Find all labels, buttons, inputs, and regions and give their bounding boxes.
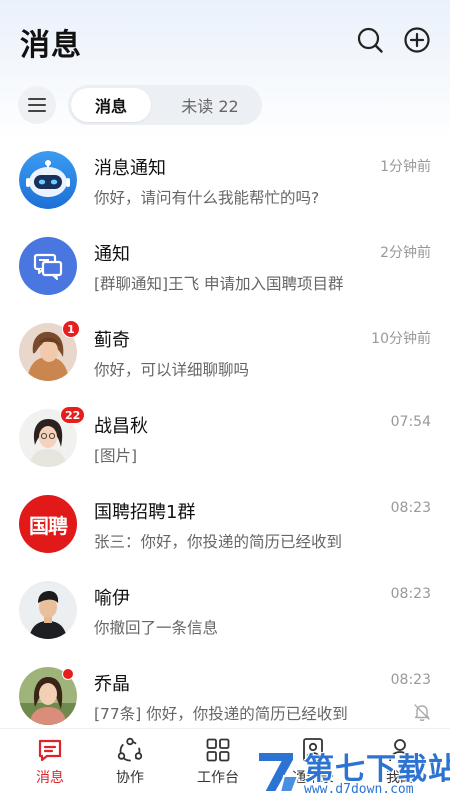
filter-unread-tab[interactable]: 未读 22 xyxy=(160,85,260,125)
chat-bubbles-icon xyxy=(33,253,63,280)
menu-icon xyxy=(28,98,46,112)
conversation-preview: 你撤回了一条信息 xyxy=(94,619,219,637)
conversation-preview: [77条] 你好，你投递的简历已经收到 xyxy=(94,705,348,723)
filter-all-tab[interactable]: 消息 xyxy=(71,88,151,122)
conversation-name: 战昌秋 xyxy=(94,416,148,437)
mute-bell-icon xyxy=(414,704,430,721)
watermark-url: www.d7down.com xyxy=(304,782,414,797)
unread-badge: 1 xyxy=(62,320,80,338)
conversation-name: 乔晶 xyxy=(94,674,130,695)
search-icon[interactable] xyxy=(356,26,384,54)
tab-label: 消息 xyxy=(36,770,64,786)
collaboration-icon xyxy=(117,737,143,762)
conversation-time: 1分钟前 xyxy=(380,159,431,175)
tab-workbench[interactable]: 工作台 xyxy=(173,729,263,800)
filter-bar: 消息 未读 22 xyxy=(0,84,450,125)
robot-avatar xyxy=(19,151,77,209)
conversation-preview: 你好，请问有什么我能帮忙的吗? xyxy=(94,189,320,207)
conversation-row[interactable]: 喻伊 你撤回了一条信息 08:23 xyxy=(0,568,450,654)
conversation-preview: 张三：你好，你投递的简历已经收到 xyxy=(94,533,343,551)
conversation-row[interactable]: 国聘 国聘招聘1群 张三：你好，你投递的简历已经收到 08:23 xyxy=(0,482,450,568)
header: 消息 xyxy=(0,0,450,80)
conversation-row[interactable]: 通知 [群聊通知]王飞 申请加入国聘项目群 2分钟前 xyxy=(0,224,450,310)
grid-icon xyxy=(206,738,230,762)
guopin-logo: 国聘 xyxy=(29,513,68,538)
tab-collaboration[interactable]: 协作 xyxy=(85,729,175,800)
menu-button[interactable] xyxy=(18,86,56,124)
tab-messages[interactable]: 消息 xyxy=(5,729,95,800)
unread-dot xyxy=(62,668,74,680)
conversation-name: 国聘招聘1群 xyxy=(94,502,196,523)
unread-badge: 22 xyxy=(60,406,86,424)
photo-avatar xyxy=(19,581,77,639)
watermark-logo-icon xyxy=(257,751,300,793)
message-filter-segment: 消息 未读 22 xyxy=(68,85,262,125)
tab-label: 工作台 xyxy=(197,770,239,786)
conversation-preview: [群聊通知]王飞 申请加入国聘项目群 xyxy=(94,275,344,293)
plus-circle-icon[interactable] xyxy=(403,26,431,54)
message-icon xyxy=(38,739,62,762)
conversation-time: 08:23 xyxy=(390,586,431,602)
group-logo-avatar: 国聘 xyxy=(19,495,77,553)
conversation-time: 07:54 xyxy=(390,414,431,430)
conversation-row[interactable]: 22 战昌秋 [图片] 07:54 xyxy=(0,396,450,482)
conversation-row[interactable]: 消息通知 你好，请问有什么我能帮忙的吗? 1分钟前 xyxy=(0,138,450,224)
conversation-name: 消息通知 xyxy=(94,158,166,179)
tab-label: 协作 xyxy=(116,770,144,786)
conversation-time: 08:23 xyxy=(390,500,431,516)
conversation-row[interactable]: 1 蓟奇 你好，可以详细聊聊吗 10分钟前 xyxy=(0,310,450,396)
conversation-name: 喻伊 xyxy=(94,588,130,609)
conversation-preview: 你好，可以详细聊聊吗 xyxy=(94,361,250,379)
conversation-time: 08:23 xyxy=(390,672,431,688)
conversation-time: 10分钟前 xyxy=(371,331,431,347)
watermark: 第七下载站 www.d7down.com xyxy=(252,742,450,800)
page-title: 消息 xyxy=(20,28,82,63)
notice-avatar xyxy=(19,237,77,295)
conversation-time: 2分钟前 xyxy=(380,245,431,261)
conversation-preview: [图片] xyxy=(94,447,138,465)
conversation-name: 蓟奇 xyxy=(94,330,130,351)
conversation-name: 通知 xyxy=(94,244,130,265)
